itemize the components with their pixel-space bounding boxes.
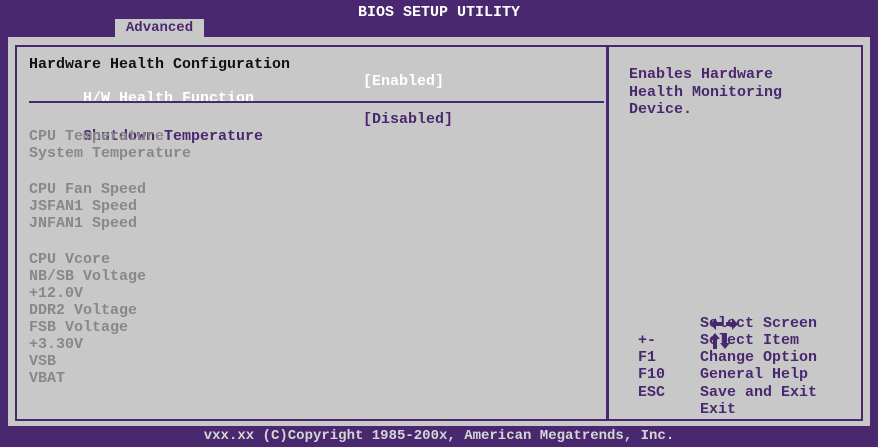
help-text: Enables Hardware Health Monitoring Devic…	[629, 66, 783, 118]
jnfan1-speed-label: JNFAN1 Speed	[29, 215, 138, 232]
12v-label: +12.0V	[29, 285, 84, 302]
section-title: Hardware Health Configuration	[29, 56, 291, 73]
jsfan1-speed-label: JSFAN1 Speed	[29, 198, 138, 215]
tab-advanced[interactable]: Advanced	[114, 18, 205, 37]
key-row-select-screen: Select Screen	[638, 280, 868, 332]
cpu-fan-speed-label: CPU Fan Speed	[29, 181, 147, 198]
key-legend: Select Screen Select Item +- Change Opti…	[638, 280, 868, 418]
vsb-label: VSB	[29, 353, 57, 370]
save-exit-label: Save and Exit	[700, 383, 818, 401]
key-row-change-option: +- Change Option	[638, 315, 868, 366]
copyright-footer: vxx.xx (C)Copyright 1985-200x, American …	[203, 428, 675, 444]
hw-health-function-label: H/W Health Function	[83, 90, 255, 107]
ddr2-voltage-label: DDR2 Voltage	[29, 302, 138, 319]
title-bar: BIOS SETUP UTILITY Advanced	[0, 0, 878, 37]
key-row-select-item: Select Item	[638, 297, 868, 349]
hw-health-function-value: [Enabled]	[363, 73, 445, 90]
esc-key: ESC	[638, 383, 666, 401]
exit-label: Exit	[700, 401, 737, 419]
key-row-save-exit: F10 Save and Exit	[638, 349, 868, 400]
shutdown-temperature-item[interactable]: Shutdown Temperature [Disabled]	[29, 111, 601, 145]
hw-health-function-item[interactable]: H/W Health Function [Enabled]	[29, 73, 601, 107]
settings-list: Hardware Health Configuration H/W Health…	[29, 56, 604, 387]
vbat-label: VBAT	[29, 370, 66, 387]
nb-sb-voltage-label: NB/SB Voltage	[29, 268, 147, 285]
fsb-voltage-label: FSB Voltage	[29, 319, 129, 336]
main-panel: Hardware Health Configuration H/W Health…	[8, 37, 870, 426]
column-divider	[606, 45, 609, 421]
key-row-general-help: F1 General Help	[638, 332, 868, 383]
system-temperature-label: System Temperature	[29, 145, 192, 162]
help-panel: Enables Hardware Health Monitoring Devic…	[629, 66, 859, 119]
cpu-temperature-label: CPU Temperature	[29, 128, 165, 145]
cpu-vcore-label: CPU Vcore	[29, 251, 111, 268]
section-separator	[29, 101, 604, 103]
key-row-exit: ESC Exit	[638, 366, 868, 418]
3-30v-label: +3.30V	[29, 336, 84, 353]
shutdown-temperature-value: [Disabled]	[363, 111, 454, 128]
